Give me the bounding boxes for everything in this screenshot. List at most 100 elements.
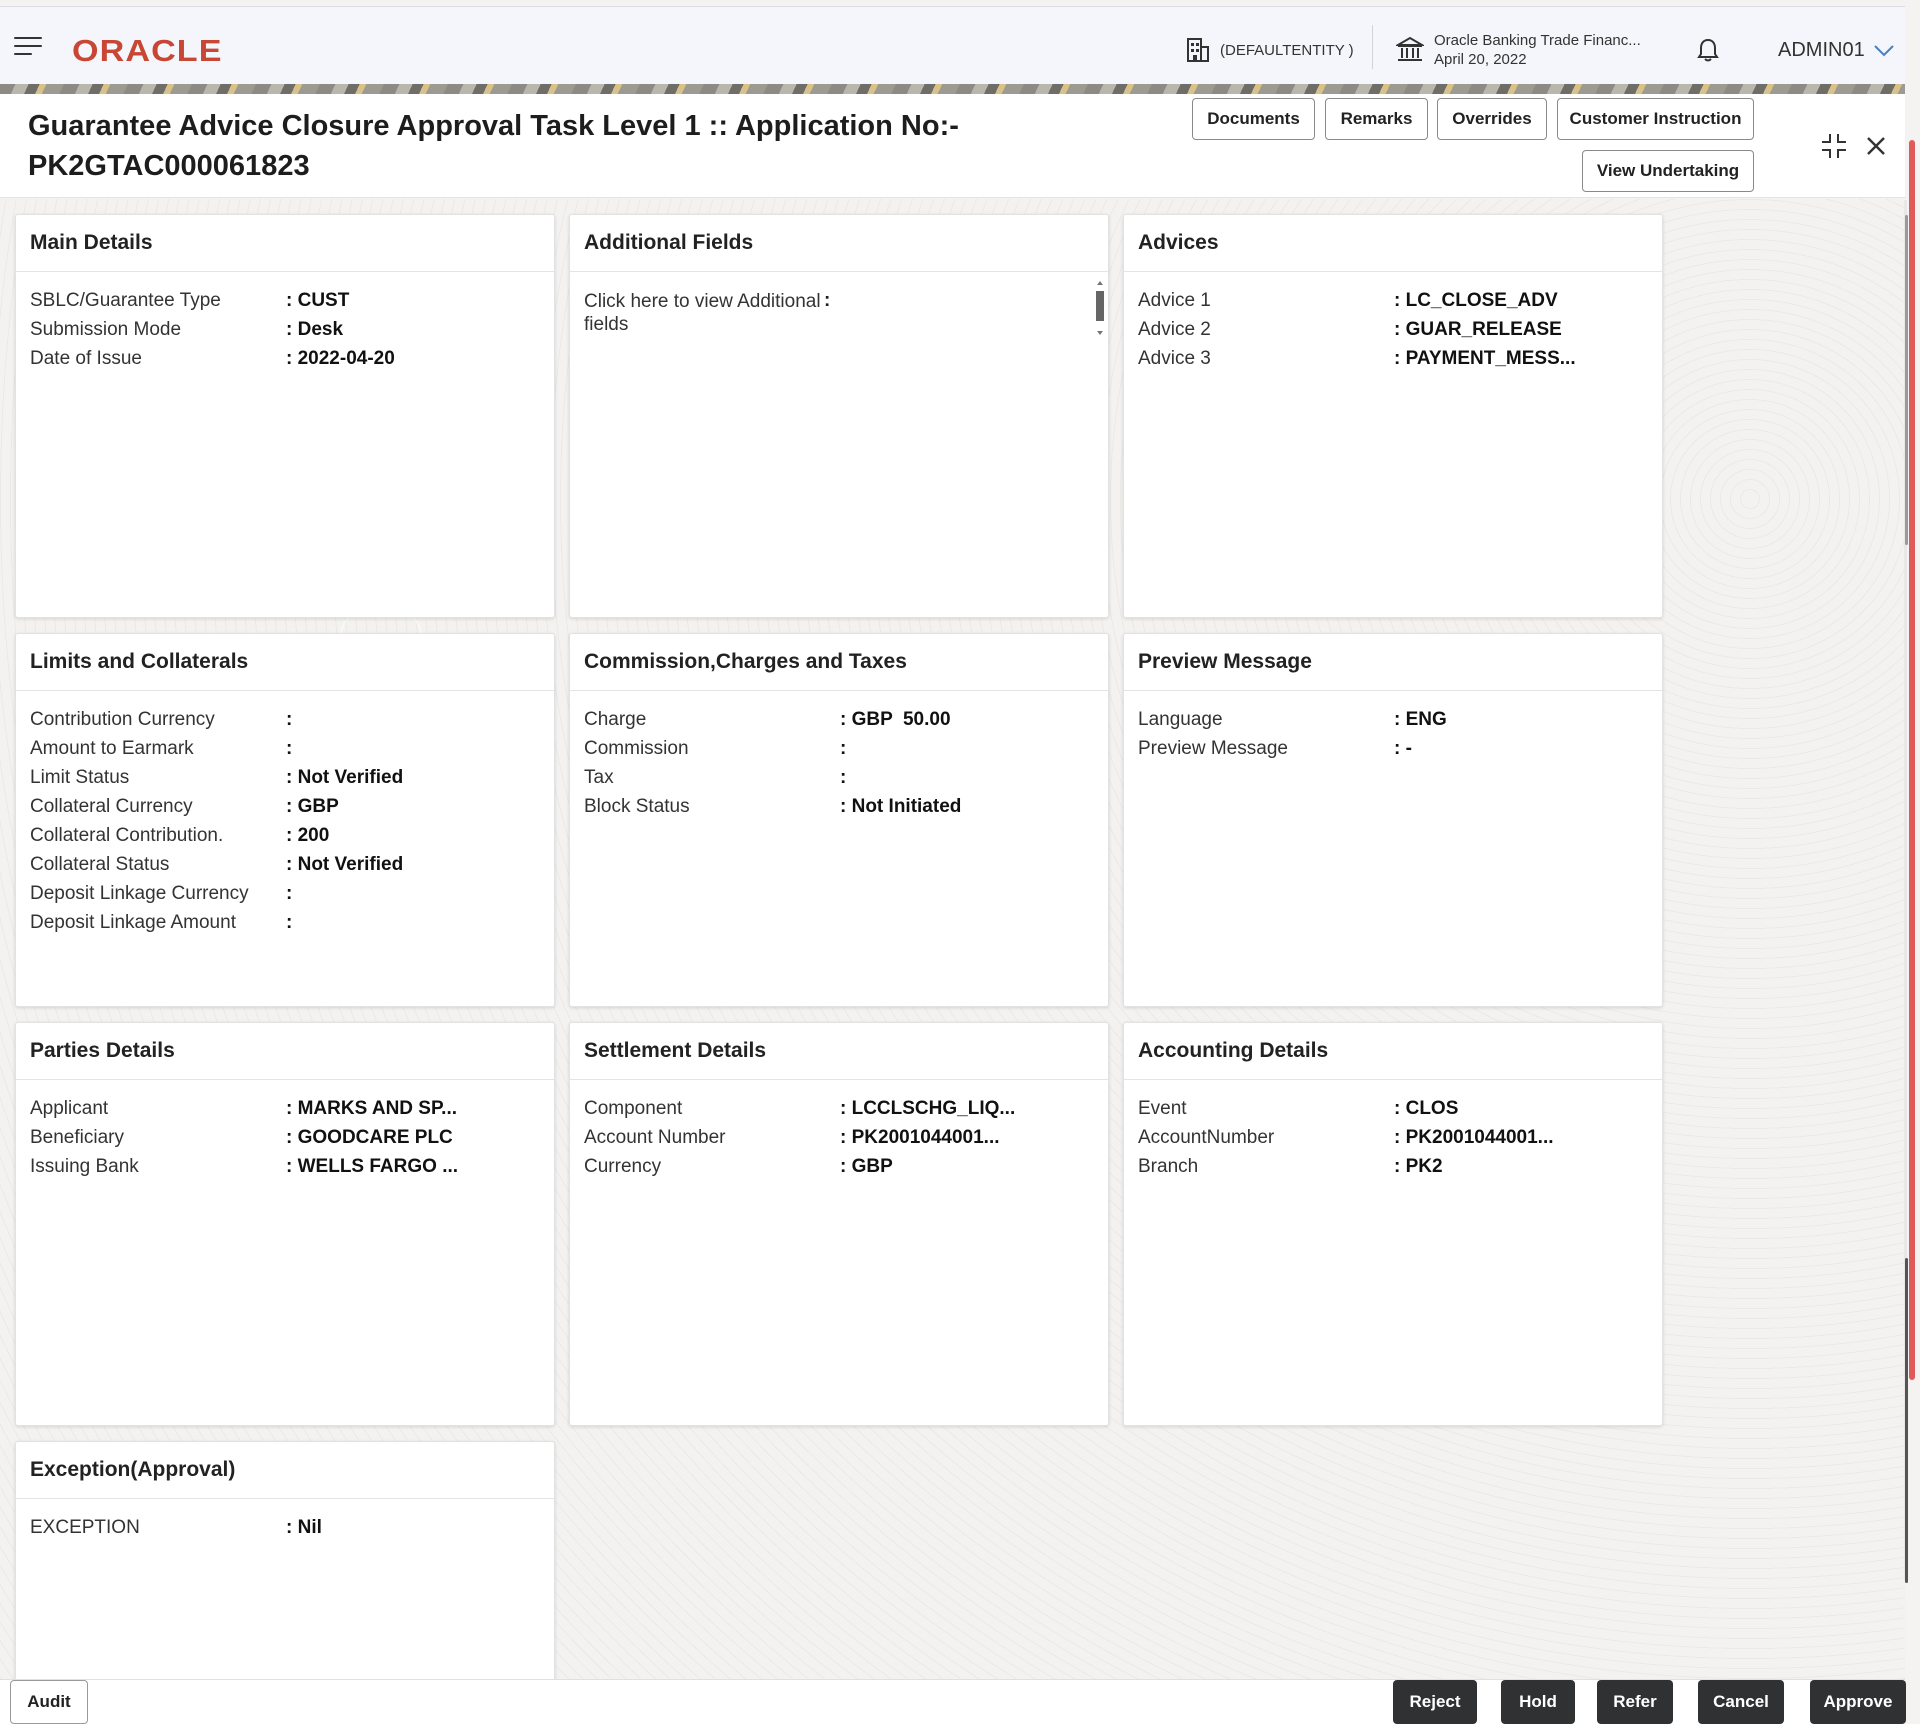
- detail-row: Advice 1: LC_CLOSE_ADV: [1124, 290, 1662, 319]
- card-title: Advices: [1124, 215, 1662, 272]
- field-value: : LCCLSCHG_LIQ...: [840, 1098, 1015, 1120]
- field-value: : Not Verified: [286, 767, 403, 789]
- card-title: Additional Fields: [570, 215, 1108, 272]
- scrollbar-thumb[interactable]: [1905, 1258, 1908, 1583]
- field-label: Commission: [584, 738, 689, 760]
- commission-charges-taxes-card: Commission,Charges and Taxes Charge: GBP…: [569, 633, 1109, 1007]
- detail-row: Collateral Status: Not Verified: [16, 854, 554, 883]
- field-label: Tax: [584, 767, 614, 789]
- detail-row: Branch: PK2: [1124, 1156, 1662, 1185]
- notification-bell-icon[interactable]: [1696, 37, 1720, 63]
- field-value: : Desk: [286, 319, 343, 341]
- page-header: Guarantee Advice Closure Approval Task L…: [0, 94, 1905, 198]
- limits-collaterals-card: Limits and Collaterals Contribution Curr…: [15, 633, 555, 1007]
- field-value: :: [840, 738, 846, 760]
- field-value: :: [840, 767, 846, 789]
- card-title: Main Details: [16, 215, 554, 272]
- card-title: Limits and Collaterals: [16, 634, 554, 691]
- building-icon: [1186, 37, 1210, 63]
- reject-button[interactable]: Reject: [1393, 1680, 1477, 1724]
- detail-row: Applicant : MARKS AND SP...: [16, 1098, 554, 1127]
- username: ADMIN01: [1778, 39, 1865, 62]
- field-label: Limit Status: [30, 767, 129, 789]
- field-label: Collateral Contribution.: [30, 825, 223, 847]
- detail-row: Currency: GBP: [570, 1156, 1108, 1185]
- bank-name: Oracle Banking Trade Financ...: [1434, 31, 1641, 50]
- detail-row: Preview Message : -: [1124, 738, 1662, 767]
- detail-row: Contribution Currency:: [16, 709, 554, 738]
- detail-row: Account Number: PK2001044001...: [570, 1127, 1108, 1156]
- field-label: Beneficiary: [30, 1127, 124, 1149]
- view-undertaking-button[interactable]: View Undertaking: [1582, 150, 1754, 192]
- field-value: : PAYMENT_MESS...: [1394, 348, 1576, 370]
- field-value: : MARKS AND SP...: [286, 1098, 457, 1120]
- field-label: Deposit Linkage Amount: [30, 912, 236, 934]
- field-label: Advice 2: [1138, 319, 1211, 341]
- main-details-card: Main Details SBLC/Guarantee Type : CUST S…: [15, 214, 555, 618]
- field-label: Submission Mode: [30, 319, 181, 341]
- bank-selector[interactable]: Oracle Banking Trade Financ... April 20,…: [1396, 31, 1641, 69]
- detail-row: Beneficiary: GOODCARE PLC: [16, 1127, 554, 1156]
- mini-scrollbar[interactable]: [1094, 277, 1106, 339]
- approve-button[interactable]: Approve: [1810, 1680, 1906, 1724]
- field-value: :: [286, 912, 292, 934]
- detail-row: Block Status: Not Initiated: [570, 796, 1108, 825]
- detail-row: Language: ENG: [1124, 709, 1662, 738]
- detail-row: EXCEPTION: Nil: [16, 1517, 554, 1546]
- hamburger-menu-icon[interactable]: [14, 37, 42, 57]
- accent-edge: [1909, 140, 1915, 1380]
- field-label: Account Number: [584, 1127, 726, 1149]
- field-label: Contribution Currency: [30, 709, 215, 731]
- entity-selector[interactable]: (DEFAULTENTITY ): [1186, 37, 1354, 63]
- field-label: Collateral Currency: [30, 796, 193, 818]
- refer-button[interactable]: Refer: [1597, 1680, 1673, 1724]
- card-title: Preview Message: [1124, 634, 1662, 691]
- decorative-banner: [0, 84, 1905, 94]
- field-value: : LC_CLOSE_ADV: [1394, 290, 1558, 312]
- field-value: :: [286, 883, 292, 905]
- oracle-logo: ORACLE: [72, 33, 223, 69]
- detail-row: Deposit Linkage Amount:: [16, 912, 554, 941]
- field-label: Applicant: [30, 1098, 108, 1120]
- detail-row: Commission:: [570, 738, 1108, 767]
- field-label: Advice 3: [1138, 348, 1211, 370]
- field-value: : GUAR_RELEASE: [1394, 319, 1562, 341]
- detail-row: Date of Issue : 2022-04-20: [16, 348, 554, 377]
- close-icon[interactable]: [1866, 136, 1886, 156]
- cancel-button[interactable]: Cancel: [1698, 1680, 1784, 1724]
- field-value: : -: [1394, 738, 1412, 760]
- collapse-icon[interactable]: [1820, 132, 1848, 160]
- field-value: : WELLS FARGO ...: [286, 1156, 458, 1178]
- preview-message-card: Preview Message Language: ENG Preview Me…: [1123, 633, 1663, 1007]
- detail-row: Component: LCCLSCHG_LIQ...: [570, 1098, 1108, 1127]
- field-value: : 2022-04-20: [286, 348, 395, 370]
- page-title-line1: Guarantee Advice Closure Approval Task L…: [28, 106, 988, 146]
- field-label: Preview Message: [1138, 738, 1288, 760]
- detail-row: AccountNumber: PK2001044001...: [1124, 1127, 1662, 1156]
- detail-row: Advice 3 : PAYMENT_MESS...: [1124, 348, 1662, 377]
- documents-button[interactable]: Documents: [1192, 98, 1315, 140]
- chevron-down-icon: [1873, 44, 1895, 58]
- remarks-button[interactable]: Remarks: [1325, 98, 1428, 140]
- card-title: Exception(Approval): [16, 1442, 554, 1499]
- customer-instruction-button[interactable]: Customer Instruction: [1557, 98, 1754, 140]
- hold-button[interactable]: Hold: [1501, 1680, 1575, 1724]
- detail-row: Tax:: [570, 767, 1108, 796]
- additional-fields-link[interactable]: Click here to view Additional fields: [584, 290, 844, 336]
- bank-icon: [1396, 36, 1424, 64]
- field-label: SBLC/Guarantee Type: [30, 290, 221, 312]
- audit-button[interactable]: Audit: [10, 1680, 88, 1724]
- field-value: : Not Initiated: [840, 796, 961, 818]
- card-title: Commission,Charges and Taxes: [570, 634, 1108, 691]
- field-label: Date of Issue: [30, 348, 142, 370]
- divider: [1372, 25, 1373, 69]
- field-value: : GBP: [840, 1156, 893, 1178]
- detail-row: SBLC/Guarantee Type : CUST: [16, 290, 554, 319]
- user-menu[interactable]: ADMIN01: [1778, 39, 1895, 62]
- field-value: : PK2: [1394, 1156, 1443, 1178]
- field-value: : CUST: [286, 290, 349, 312]
- field-value: : 200: [286, 825, 329, 847]
- entity-label: (DEFAULTENTITY ): [1220, 42, 1354, 59]
- scrollbar-thumb[interactable]: [1905, 215, 1908, 545]
- overrides-button[interactable]: Overrides: [1437, 98, 1547, 140]
